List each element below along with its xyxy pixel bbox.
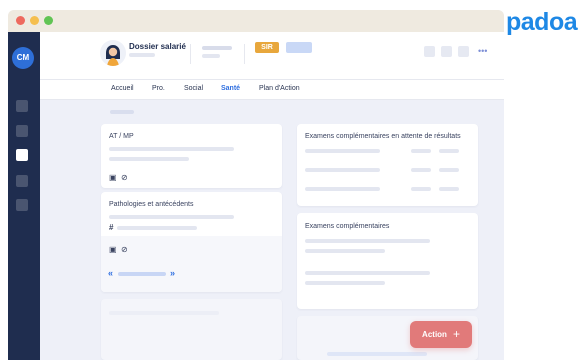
placeholder-line xyxy=(305,187,380,191)
placeholder-line xyxy=(305,149,380,153)
status-pill xyxy=(286,42,312,53)
placeholder-line xyxy=(109,147,234,151)
employee-subtitle-placeholder xyxy=(129,53,155,57)
tab-sante[interactable]: Santé xyxy=(221,85,240,92)
card-exams-pending: Examens complémentaires en attente de ré… xyxy=(297,124,478,206)
placeholder-line xyxy=(305,239,430,243)
plus-icon: + xyxy=(452,327,460,341)
placeholder-line xyxy=(327,352,427,356)
tab-accueil[interactable]: Accueil xyxy=(111,85,134,92)
sidebar-item-4[interactable] xyxy=(16,175,28,187)
tab-plan-action[interactable]: Plan d'Action xyxy=(259,85,300,92)
employee-header: Dossier salarié SIR ••• xyxy=(40,32,504,80)
card-title: AT / MP xyxy=(109,133,134,140)
pagination-track xyxy=(118,272,166,276)
card-title: Examens complémentaires xyxy=(305,223,390,230)
window-maximize-icon[interactable] xyxy=(44,16,53,25)
placeholder-line xyxy=(305,271,430,275)
header-action-2[interactable] xyxy=(441,46,452,57)
placeholder-line xyxy=(411,187,431,191)
card-exams: Examens complémentaires xyxy=(297,213,478,309)
hash-icon: # xyxy=(109,223,114,232)
sir-badge: SIR xyxy=(255,42,279,53)
padoa-logo: padoa xyxy=(506,8,578,36)
card-title: Pathologies et antécédents xyxy=(109,201,194,208)
paperclip-icon[interactable]: ⊘ xyxy=(121,173,128,182)
pagination-prev-icon[interactable]: « xyxy=(108,268,113,278)
placeholder-line xyxy=(305,168,380,172)
more-options-icon[interactable]: ••• xyxy=(478,46,487,56)
header-divider xyxy=(190,44,191,64)
tab-pro[interactable]: Pro. xyxy=(152,85,165,92)
sidebar-item-3[interactable] xyxy=(16,149,28,161)
card-placeholder xyxy=(101,299,282,360)
paperclip-icon[interactable]: ⊘ xyxy=(121,245,128,254)
sidebar-item-5[interactable] xyxy=(16,199,28,211)
header-action-3[interactable] xyxy=(458,46,469,57)
header-info-placeholder xyxy=(202,46,232,50)
tab-bar: Accueil Pro. Social Santé Plan d'Action xyxy=(40,80,504,100)
header-action-1[interactable] xyxy=(424,46,435,57)
window-titlebar xyxy=(8,10,504,32)
placeholder-line xyxy=(411,149,431,153)
calendar-icon[interactable]: ▣ xyxy=(109,173,117,182)
card-footer xyxy=(101,236,282,292)
placeholder-line xyxy=(439,149,459,153)
placeholder-line xyxy=(109,215,234,219)
placeholder-line xyxy=(109,311,219,315)
sidebar-item-2[interactable] xyxy=(16,125,28,137)
placeholder-line xyxy=(439,187,459,191)
action-button[interactable]: Action + xyxy=(410,321,472,348)
card-at-mp: AT / MP ▣ ⊘ xyxy=(101,124,282,188)
calendar-icon[interactable]: ▣ xyxy=(109,245,117,254)
placeholder-line xyxy=(109,157,189,161)
user-avatar[interactable]: CM xyxy=(12,47,34,69)
window-minimize-icon[interactable] xyxy=(30,16,39,25)
header-info-placeholder xyxy=(202,54,220,58)
placeholder-line xyxy=(305,281,385,285)
sidebar-item-1[interactable] xyxy=(16,100,28,112)
card-title: Examens complémentaires en attente de ré… xyxy=(305,133,461,140)
header-divider xyxy=(244,44,245,64)
employee-avatar xyxy=(100,40,126,66)
card-pathologies: Pathologies et antécédents # ▣ ⊘ « » xyxy=(101,192,282,292)
action-button-label: Action xyxy=(422,330,447,339)
placeholder-line xyxy=(439,168,459,172)
window-close-icon[interactable] xyxy=(16,16,25,25)
employee-title: Dossier salarié xyxy=(129,42,186,51)
placeholder-line xyxy=(117,226,197,230)
pagination-next-icon[interactable]: » xyxy=(170,268,175,278)
placeholder-line xyxy=(411,168,431,172)
tab-social[interactable]: Social xyxy=(184,85,203,92)
section-header-placeholder xyxy=(110,110,134,114)
placeholder-line xyxy=(305,249,385,253)
app-window: CM Dossier salarié SIR ••• Accueil Pro. … xyxy=(8,10,504,360)
sidebar: CM xyxy=(8,32,40,360)
